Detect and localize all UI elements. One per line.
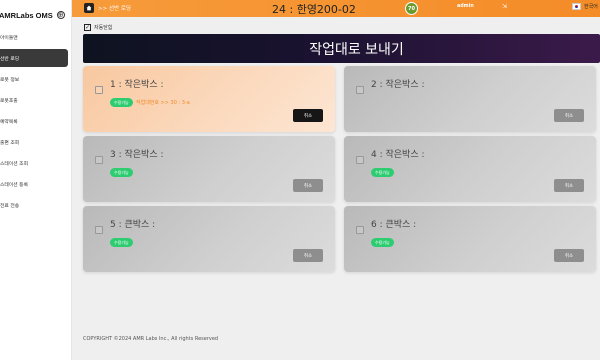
sidebar-item-station-register[interactable]: 스테이션 등록 — [0, 175, 68, 193]
status-badge: 수용가능 — [110, 168, 133, 177]
top-bar: >> 선반 로딩 24 : 한영200-02 70 admin ⇲ 한국어 — [72, 0, 600, 17]
status-badge: 수용가능 — [110, 238, 133, 247]
slot-title: 4 : 작은박스 : — [371, 150, 425, 160]
auto-close-toggle[interactable]: ✓ 자동닫힘 — [84, 24, 112, 31]
page-title: 작업대로 보내기 — [309, 41, 404, 58]
user-name[interactable]: admin — [457, 4, 474, 9]
sidebar-item-transfer[interactable]: 전료 전송 — [0, 196, 68, 214]
status-badge: 수용가능 — [371, 168, 394, 177]
slot-title: 5 : 큰박스 : — [110, 220, 156, 230]
status-badge: 수용가능 — [110, 98, 133, 107]
sidebar-toggle-icon[interactable]: ⊕ — [56, 11, 65, 19]
slot-card-4[interactable]: 4 : 작은박스 : 수용가능 취소 — [344, 136, 596, 202]
slot-card-2[interactable]: 2 : 작은박스 : 취소 — [344, 66, 596, 132]
home-icon — [86, 5, 92, 11]
slot-card-5[interactable]: 5 : 큰박스 : 수용가능 취소 — [83, 206, 335, 272]
sidebar-nav: 아이들맨 선반 로딩 로봇 정보 로봇호출 예약목록 출편 조회 스테이션 조회… — [0, 28, 72, 217]
korea-flag-icon — [572, 3, 581, 10]
cancel-button[interactable]: 취소 — [293, 249, 323, 262]
slot-title: 2 : 작은박스 : — [371, 80, 425, 90]
sidebar-item-reservations[interactable]: 예약목록 — [0, 112, 68, 130]
slot-title: 3 : 작은박스 : — [110, 150, 164, 160]
logout-icon[interactable]: ⇲ — [502, 3, 507, 10]
company-logo: 70 — [405, 2, 418, 15]
sidebar-item-robot-info[interactable]: 로봇 정보 — [0, 70, 68, 88]
home-button[interactable] — [84, 3, 94, 13]
language-label: 한국어 — [584, 4, 598, 10]
sidebar-item-robot-call[interactable]: 로봇호출 — [0, 91, 68, 109]
slot-checkbox[interactable] — [95, 156, 103, 164]
slot-title: 6 : 큰박스 : — [371, 220, 417, 230]
slot-card-6[interactable]: 6 : 큰박스 : 수용가능 취소 — [344, 206, 596, 272]
sidebar-item-output-query[interactable]: 출편 조회 — [0, 133, 68, 151]
cancel-button[interactable]: 취소 — [554, 249, 584, 262]
brand: AMRLabs OMS ⊕ — [0, 8, 72, 22]
auto-close-label: 자동닫힘 — [94, 25, 113, 31]
sidebar-item-idle[interactable]: 아이들맨 — [0, 28, 68, 46]
slot-card-1[interactable]: 1 : 작은박스 : 수용가능 작업대번호 >> 30 : 3-a 취소 — [83, 66, 335, 132]
page-banner: 작업대로 보내기 — [83, 34, 600, 63]
cancel-button[interactable]: 취소 — [554, 179, 584, 192]
slot-checkbox[interactable] — [356, 156, 364, 164]
station-title: 24 : 한영200-02 — [272, 3, 356, 16]
cancel-button[interactable]: 취소 — [554, 109, 584, 122]
slot-checkbox[interactable] — [356, 86, 364, 94]
task-destination: 작업대번호 >> 30 : 3-a — [136, 100, 190, 106]
status-badge: 수용가능 — [371, 238, 394, 247]
auto-close-checkbox[interactable]: ✓ — [84, 24, 91, 31]
breadcrumb: >> 선반 로딩 — [98, 6, 131, 12]
footer-copyright: COPYRIGHT ©2024 AMR Labs Inc., All right… — [83, 336, 219, 342]
slot-checkbox[interactable] — [95, 86, 103, 94]
cancel-button[interactable]: 취소 — [293, 109, 323, 122]
sidebar: AMRLabs OMS ⊕ 아이들맨 선반 로딩 로봇 정보 로봇호출 예약목록… — [0, 0, 72, 360]
brand-name: AMRLabs OMS — [0, 10, 53, 20]
slot-checkbox[interactable] — [95, 226, 103, 234]
sidebar-item-station-query[interactable]: 스테이션 조회 — [0, 154, 68, 172]
language-selector[interactable]: 한국어 — [572, 3, 598, 10]
cancel-button[interactable]: 취소 — [293, 179, 323, 192]
slot-checkbox[interactable] — [356, 226, 364, 234]
slot-card-3[interactable]: 3 : 작은박스 : 수용가능 취소 — [83, 136, 335, 202]
slot-title: 1 : 작은박스 : — [110, 80, 164, 90]
sidebar-item-shelf-loading[interactable]: 선반 로딩 — [0, 49, 68, 67]
